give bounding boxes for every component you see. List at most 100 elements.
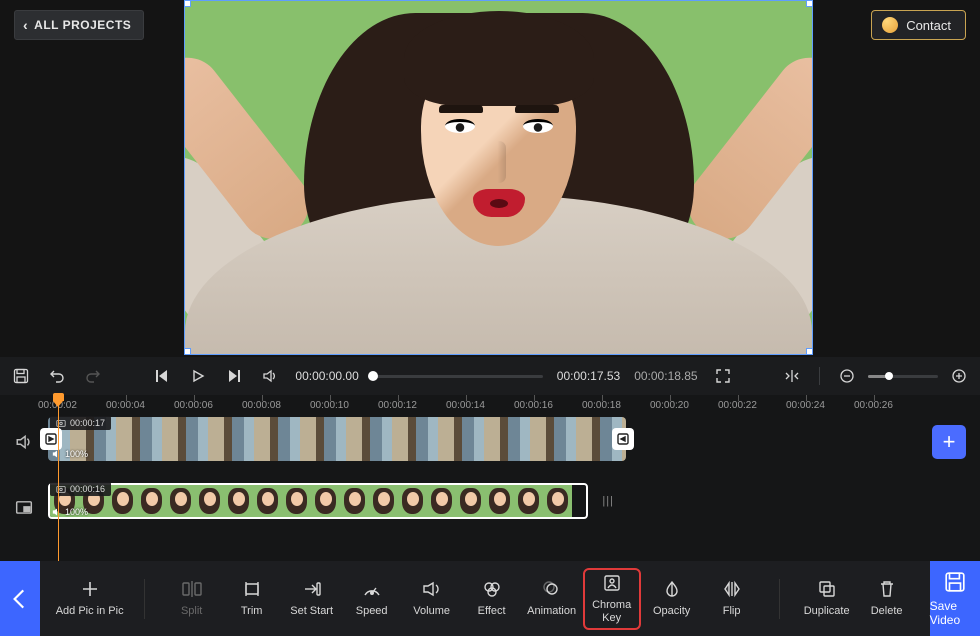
tool-label: Effect <box>478 605 506 617</box>
clip-2[interactable]: 00:00:16 100% ||| <box>48 483 588 519</box>
resize-handle-tl[interactable] <box>184 0 191 7</box>
tool-label: Speed <box>356 605 388 617</box>
save-icon[interactable] <box>10 365 32 387</box>
track-pip-icon[interactable] <box>0 483 48 517</box>
pip-track: 00:00:16 100% ||| <box>0 479 980 519</box>
animation-button[interactable]: Animation <box>523 568 581 630</box>
split-button[interactable]: Split <box>163 568 221 630</box>
total-time: 00:00:18.85 <box>634 369 697 383</box>
fullscreen-icon[interactable] <box>712 365 734 387</box>
tool-label: Split <box>181 605 202 617</box>
contact-button[interactable]: Contact <box>871 10 966 40</box>
video-preview[interactable] <box>184 0 813 355</box>
tick-label: 00:00:08 <box>242 400 281 411</box>
trim-button[interactable]: Trim <box>223 568 281 630</box>
contact-icon <box>882 17 898 33</box>
clip-duration-text: 00:00:17 <box>70 418 105 428</box>
resize-handle-bl[interactable] <box>184 348 191 355</box>
tick-label: 00:00:18 <box>582 400 621 411</box>
effect-icon <box>482 579 502 599</box>
add-pic-in-pic-button[interactable]: Add Pic in Pic <box>54 568 126 630</box>
duplicate-icon <box>817 579 837 599</box>
plus-icon <box>80 579 100 599</box>
opacity-button[interactable]: Opacity <box>643 568 701 630</box>
tick-label: 00:00:20 <box>650 400 689 411</box>
tick-label: 00:00:10 <box>310 400 349 411</box>
speed-button[interactable]: Speed <box>343 568 401 630</box>
zoom-in-icon[interactable] <box>948 365 970 387</box>
set-start-button[interactable]: Set Start <box>283 568 341 630</box>
clip-volume-text: 100% <box>65 449 88 459</box>
snap-icon[interactable] <box>781 365 803 387</box>
timeline-ruler[interactable]: 00:00:02 00:00:04 00:00:06 00:00:08 00:0… <box>58 395 980 413</box>
flip-button[interactable]: Flip <box>703 568 761 630</box>
divider <box>144 579 145 619</box>
zoom-out-icon[interactable] <box>836 365 858 387</box>
chroma-key-button[interactable]: Chroma Key <box>583 568 641 630</box>
contact-label: Contact <box>906 18 951 33</box>
tool-label: Flip <box>723 605 741 617</box>
add-track-button[interactable]: + <box>932 425 966 459</box>
speed-icon <box>362 579 382 599</box>
timeline: 00:00:02 00:00:04 00:00:06 00:00:08 00:0… <box>0 395 980 561</box>
clip-duration-badge: 00:00:16 <box>50 482 111 496</box>
tick-label: 00:00:24 <box>786 400 825 411</box>
all-projects-label: ALL PROJECTS <box>34 18 131 32</box>
save-video-label: Save Video <box>930 599 980 627</box>
bottom-toolbar: Add Pic in Pic Split Trim Set Start Spee… <box>0 561 980 636</box>
divider <box>819 367 820 385</box>
opacity-icon <box>662 579 682 599</box>
zoom-slider[interactable] <box>868 375 938 378</box>
clip-out-handle[interactable] <box>612 428 634 450</box>
preview-content <box>185 1 812 354</box>
tick-label: 00:00:16 <box>514 400 553 411</box>
next-frame-icon[interactable] <box>223 365 245 387</box>
redo-icon[interactable] <box>82 365 104 387</box>
tick-label: 00:00:14 <box>446 400 485 411</box>
elapsed-time: 00:00:17.53 <box>557 369 620 383</box>
current-time: 00:00:00.00 <box>295 369 358 383</box>
split-icon <box>182 579 202 599</box>
volume-button[interactable]: Volume <box>403 568 461 630</box>
tick-label: 00:00:04 <box>106 400 145 411</box>
flip-icon <box>722 579 742 599</box>
tool-label: Add Pic in Pic <box>56 605 124 617</box>
trim-icon <box>242 579 262 599</box>
volume-icon <box>422 579 442 599</box>
clip-duration-text: 00:00:16 <box>70 484 105 494</box>
preview-area: ‹ ALL PROJECTS Contact <box>0 0 980 357</box>
tick-label: 00:00:12 <box>378 400 417 411</box>
resize-handle-br[interactable] <box>806 348 813 355</box>
save-video-button[interactable]: Save Video <box>930 561 980 636</box>
player-controls: 00:00:00.00 00:00:17.53 00:00:18.85 <box>0 357 980 395</box>
back-button[interactable] <box>0 561 40 636</box>
scrubber[interactable] <box>373 375 543 378</box>
play-icon[interactable] <box>187 365 209 387</box>
undo-icon[interactable] <box>46 365 68 387</box>
all-projects-button[interactable]: ‹ ALL PROJECTS <box>14 10 144 40</box>
tool-label: Chroma Key <box>585 599 639 623</box>
tick-label: 00:00:06 <box>174 400 213 411</box>
delete-button[interactable]: Delete <box>858 568 916 630</box>
duplicate-button[interactable]: Duplicate <box>798 568 856 630</box>
clip-drag-indicator[interactable]: ||| <box>602 495 614 507</box>
tick-label: 00:00:22 <box>718 400 757 411</box>
playhead[interactable] <box>58 395 59 561</box>
tick-label: 00:00:26 <box>854 400 893 411</box>
delete-icon <box>877 579 897 599</box>
chevron-left-icon: ‹ <box>23 18 28 32</box>
tool-label: Trim <box>241 605 263 617</box>
video-track-1: 00:00:17 100% <box>0 413 980 461</box>
set-start-icon <box>302 579 322 599</box>
effect-button[interactable]: Effect <box>463 568 521 630</box>
save-video-icon <box>944 571 966 593</box>
tool-label: Opacity <box>653 605 690 617</box>
clip-volume-text: 100% <box>65 507 88 517</box>
tool-label: Duplicate <box>804 605 850 617</box>
resize-handle-tr[interactable] <box>806 0 813 7</box>
zoom-controls <box>836 365 970 387</box>
mute-icon[interactable] <box>259 365 281 387</box>
prev-frame-icon[interactable] <box>151 365 173 387</box>
clip-1[interactable]: 00:00:17 100% <box>48 417 626 461</box>
tool-label: Set Start <box>290 605 333 617</box>
